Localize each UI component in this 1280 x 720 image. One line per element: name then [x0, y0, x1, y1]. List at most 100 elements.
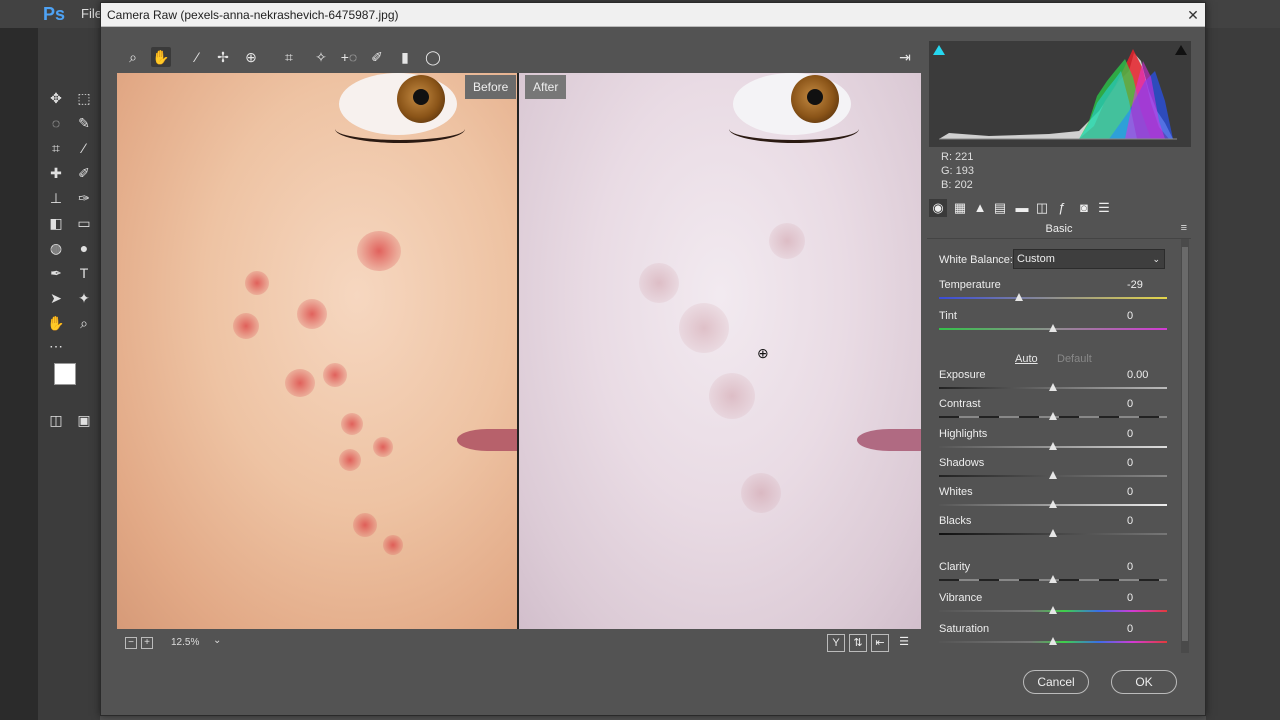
white-balance-select[interactable]: Custom ⌄ — [1013, 249, 1165, 269]
zoom-in-button[interactable]: + — [141, 637, 153, 649]
crop-icon[interactable]: ⌗ — [279, 47, 299, 67]
effects-icon[interactable]: ƒ — [1053, 199, 1071, 217]
zoom-chevron-down-icon[interactable]: ⌄ — [213, 635, 221, 646]
path-select-icon[interactable]: ➤ — [46, 288, 66, 308]
marquee-tool-icon[interactable]: ⬚ — [74, 88, 94, 108]
brush-tool-icon[interactable]: ✐ — [74, 163, 94, 183]
photoshop-right-panels — [1206, 28, 1280, 720]
photoshop-logo: Ps — [43, 4, 66, 24]
hsl-icon[interactable]: ▤ — [991, 199, 1009, 217]
blacks-thumb[interactable] — [1049, 529, 1057, 537]
before-after-view-icon[interactable]: Y — [827, 634, 845, 652]
zoom-icon[interactable]: ⌕ — [123, 47, 143, 67]
quick-mask-icon[interactable]: ◫ — [46, 410, 66, 430]
blemish — [357, 231, 401, 271]
exposure-thumb[interactable] — [1049, 383, 1057, 391]
tint-value[interactable]: 0 — [1127, 310, 1171, 322]
default-link[interactable]: Default — [1057, 353, 1092, 365]
saturation-label: Saturation — [939, 623, 990, 635]
vibrance-thumb[interactable] — [1049, 606, 1057, 614]
radial-filter-icon[interactable]: ◯ — [423, 47, 443, 67]
red-eye-icon[interactable]: +◌ — [339, 47, 359, 67]
panel-header: Basic ≡ — [927, 219, 1191, 239]
clarity-thumb[interactable] — [1049, 575, 1057, 583]
foreground-color-swatch[interactable] — [54, 363, 76, 385]
eraser-tool-icon[interactable]: ◧ — [46, 213, 66, 233]
zoom-out-button[interactable]: − — [125, 637, 137, 649]
camera-raw-dialog: Camera Raw (pexels-anna-nekrashevich-647… — [100, 2, 1206, 716]
adjustment-brush-icon[interactable]: ✐ — [367, 47, 387, 67]
contrast-value[interactable]: 0 — [1127, 398, 1171, 410]
tone-curve-icon[interactable]: ▦ — [951, 199, 969, 217]
highlights-label: Highlights — [939, 428, 988, 440]
temperature-value[interactable]: -29 — [1127, 279, 1171, 291]
contrast-label: Contrast — [939, 398, 981, 410]
ok-button[interactable]: OK — [1111, 670, 1177, 694]
graduated-filter-icon[interactable]: ▮ — [395, 47, 415, 67]
white-balance-icon[interactable]: ⁄ — [187, 47, 207, 67]
healing-tool-icon[interactable]: ✚ — [46, 163, 66, 183]
stamp-tool-icon[interactable]: ⊥ — [46, 188, 66, 208]
close-button[interactable]: ✕ — [1183, 5, 1203, 25]
faint-blemish — [679, 303, 729, 353]
spot-removal-icon[interactable]: ✧ — [311, 47, 331, 67]
shadows-thumb[interactable] — [1049, 471, 1057, 479]
type-tool-icon[interactable]: T — [74, 263, 94, 283]
scrollbar-thumb[interactable] — [1182, 247, 1188, 641]
readout-g: G: 193 — [941, 165, 975, 177]
menu-file[interactable]: File — [81, 6, 102, 21]
blacks-value[interactable]: 0 — [1127, 515, 1171, 527]
open-preferences-icon[interactable]: ⇥ — [895, 47, 915, 67]
screen-mode-icon[interactable]: ▣ — [74, 410, 94, 430]
dodge-tool-icon[interactable]: ● — [74, 238, 94, 258]
camera-calibration-icon[interactable]: ◙ — [1075, 199, 1093, 217]
vibrance-value[interactable]: 0 — [1127, 592, 1171, 604]
history-brush-icon[interactable]: ✑ — [74, 188, 94, 208]
auto-link[interactable]: Auto — [1015, 353, 1038, 365]
presets-icon[interactable]: ☰ — [1095, 199, 1113, 217]
blur-tool-icon[interactable]: ◍ — [46, 238, 66, 258]
panel-menu-icon[interactable]: ≡ — [1181, 222, 1187, 234]
temperature-thumb[interactable] — [1015, 293, 1023, 301]
copy-settings-icon[interactable]: ⇤ — [871, 634, 889, 652]
tint-thumb[interactable] — [1049, 324, 1057, 332]
gradient-tool-icon[interactable]: ▭ — [74, 213, 94, 233]
zoom-level[interactable]: 12.5% — [171, 637, 199, 648]
targeted-adjustment-icon[interactable]: ⊕ — [241, 47, 261, 67]
clarity-value[interactable]: 0 — [1127, 561, 1171, 573]
pen-tool-icon[interactable]: ✒ — [46, 263, 66, 283]
crop-tool-icon[interactable]: ⌗ — [46, 138, 66, 158]
hand-tool-icon[interactable]: ✋ — [46, 313, 66, 333]
basic-icon[interactable]: ◉ — [929, 199, 947, 217]
more-tools-icon[interactable]: ⋯ — [46, 336, 66, 356]
preview-preferences-icon[interactable]: ☰ — [895, 634, 913, 652]
split-toning-icon[interactable]: ▬ — [1013, 199, 1031, 217]
shadows-value[interactable]: 0 — [1127, 457, 1171, 469]
color-sampler-icon[interactable]: ✢ — [213, 47, 233, 67]
quick-select-tool-icon[interactable]: ✎ — [74, 113, 94, 133]
swap-settings-icon[interactable]: ⇅ — [849, 634, 867, 652]
exposure-value[interactable]: 0.00 — [1127, 369, 1171, 381]
hand-icon[interactable]: ✋ — [151, 47, 171, 67]
eyedropper-tool-icon[interactable]: ⁄ — [74, 138, 94, 158]
contrast-thumb[interactable] — [1049, 412, 1057, 420]
image-preview[interactable]: ⊕ — [117, 73, 921, 629]
highlights-thumb[interactable] — [1049, 442, 1057, 450]
detail-icon[interactable]: ▲ — [971, 199, 989, 217]
saturation-thumb[interactable] — [1049, 637, 1057, 645]
cancel-button[interactable]: Cancel — [1023, 670, 1089, 694]
lasso-tool-icon[interactable]: ◌ — [46, 113, 66, 133]
lens-icon[interactable]: ◫ — [1033, 199, 1051, 217]
faint-blemish — [769, 223, 805, 259]
zoom-tool-icon[interactable]: ⌕ — [74, 313, 94, 333]
temperature-track[interactable] — [939, 297, 1167, 299]
whites-value[interactable]: 0 — [1127, 486, 1171, 498]
move-tool-icon[interactable]: ✥ — [46, 88, 66, 108]
highlights-value[interactable]: 0 — [1127, 428, 1171, 440]
shape-tool-icon[interactable]: ✦ — [74, 288, 94, 308]
whites-thumb[interactable] — [1049, 500, 1057, 508]
panel-scrollbar[interactable] — [1181, 239, 1189, 653]
dialog-title: Camera Raw (pexels-anna-nekrashevich-647… — [107, 8, 399, 22]
saturation-value[interactable]: 0 — [1127, 623, 1171, 635]
eyelid — [335, 115, 465, 143]
